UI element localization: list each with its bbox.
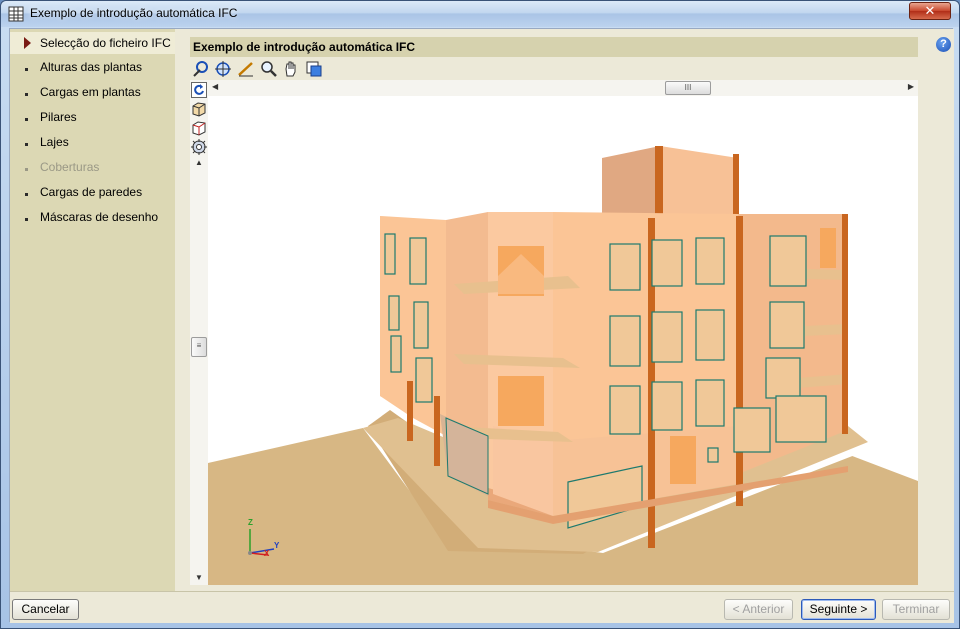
scroll-down-arrow-icon[interactable]: ▼ [195, 573, 203, 582]
horizontal-scroll-thumb[interactable]: III [665, 81, 711, 95]
sidebar-item-pilares[interactable]: Pilares [10, 106, 175, 128]
sidebar-item-label: Coberturas [40, 160, 100, 174]
sidebar-item-label: Pilares [40, 110, 77, 124]
dialog-window: Exemplo de introdução automática IFC ✕ S… [0, 0, 960, 629]
refresh-icon[interactable] [191, 82, 207, 98]
help-strip: ? [935, 29, 954, 591]
panel-title: Exemplo de introdução automática IFC [190, 37, 918, 57]
app-grid-icon [8, 6, 24, 22]
scroll-left-arrow-icon[interactable]: ◀ [212, 82, 218, 91]
bullet-icon [25, 118, 28, 121]
3d-viewport[interactable]: Z Y X [208, 96, 918, 585]
scroll-right-arrow-icon[interactable]: ▶ [908, 82, 914, 91]
measure-icon[interactable] [237, 60, 255, 78]
sidebar-item-cargas-plantas[interactable]: Cargas em plantas [10, 81, 175, 103]
sidebar-item-label: Selecção do ficheiro IFC [40, 36, 171, 50]
rotate-view-icon[interactable] [192, 60, 210, 78]
sidebar-item-cargas-paredes[interactable]: Cargas de paredes [10, 181, 175, 203]
zoom-icon[interactable] [260, 60, 278, 78]
sidebar-item-label: Máscaras de desenho [40, 210, 159, 224]
bullet-icon [25, 93, 28, 96]
bullet-icon [25, 143, 28, 146]
vertical-toolbar: ▲ ≡ ▼ [190, 80, 208, 585]
dialog-client: Selecção do ficheiro IFC Alturas das pla… [9, 28, 954, 623]
axis-z-label: Z [248, 518, 253, 527]
view-toolbar [190, 58, 918, 80]
sidebar-item-lajes[interactable]: Lajes [10, 131, 175, 153]
next-button[interactable]: Seguinte > [801, 599, 876, 620]
previous-button: < Anterior [724, 599, 793, 620]
bullet-icon [25, 68, 28, 71]
help-icon[interactable]: ? [936, 37, 951, 52]
bullet-icon [25, 168, 28, 171]
sidebar-item-label: Lajes [40, 135, 69, 149]
bullet-icon [25, 218, 28, 221]
vertical-scroll-thumb[interactable]: ≡ [191, 337, 207, 357]
building-model-render [208, 146, 918, 585]
title-bar[interactable]: Exemplo de introdução automática IFC ✕ [1, 1, 959, 27]
axis-y-label: Y [274, 541, 280, 550]
sidebar-item-selecao-ficheiro[interactable]: Selecção do ficheiro IFC [10, 32, 175, 54]
cancel-button[interactable]: Cancelar [12, 599, 79, 620]
sidebar-item-label: Cargas de paredes [40, 185, 143, 199]
wizard-steps-sidebar: Selecção do ficheiro IFC Alturas das pla… [10, 29, 175, 591]
close-button[interactable]: ✕ [909, 2, 951, 20]
sidebar-item-label: Alturas das plantas [40, 60, 143, 74]
sidebar-item-mascaras[interactable]: Máscaras de desenho [10, 206, 175, 228]
window-title: Exemplo de introdução automática IFC [30, 6, 238, 20]
bullet-icon [25, 193, 28, 196]
axis-x-label: X [264, 549, 270, 558]
gear-view-icon[interactable] [191, 139, 207, 155]
cube-wire-icon[interactable] [191, 120, 207, 136]
main-panel: Exemplo de introdução automática IFC ◀ I… [175, 29, 935, 591]
wizard-button-bar: Cancelar < Anterior Seguinte > Terminar [10, 591, 954, 623]
pan-hand-icon[interactable] [282, 60, 300, 78]
zoom-window-icon[interactable] [214, 60, 232, 78]
sidebar-item-label: Cargas em plantas [40, 85, 141, 99]
layers-icon[interactable] [305, 60, 323, 78]
horizontal-scrollbar[interactable]: ◀ III ▶ [208, 80, 918, 96]
sidebar-item-alturas[interactable]: Alturas das plantas [10, 56, 175, 78]
current-step-arrow-icon [24, 37, 31, 49]
sidebar-item-coberturas: Coberturas [10, 156, 175, 178]
cube-solid-icon[interactable] [191, 101, 207, 117]
scroll-up-arrow-icon[interactable]: ▲ [195, 158, 203, 167]
finish-button: Terminar [882, 599, 950, 620]
